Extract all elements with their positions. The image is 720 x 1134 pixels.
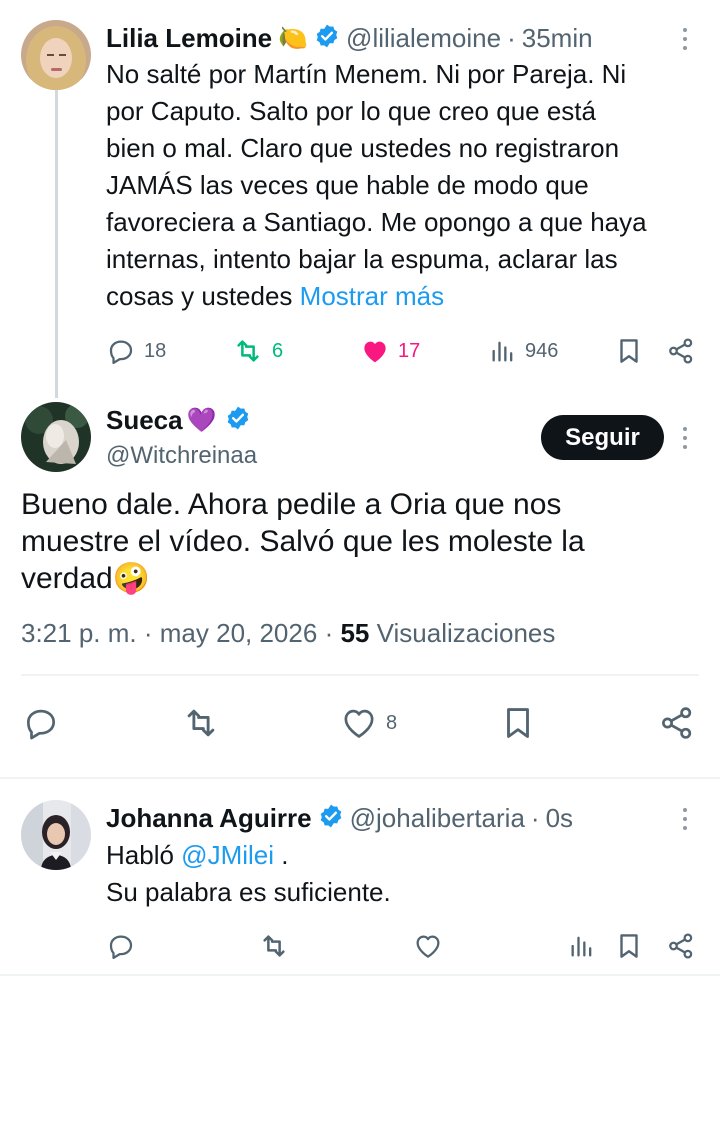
reply-button[interactable]: 18: [106, 336, 166, 366]
tweet1-header: Lilia Lemoine 🍋 @lilialemoine · 35min: [106, 20, 593, 56]
purple-heart-emoji: 💜: [186, 406, 217, 434]
author-handle[interactable]: @johalibertaria: [350, 803, 525, 834]
analytics-icon: [492, 341, 513, 362]
retweet-button[interactable]: [258, 931, 290, 966]
divider: [0, 974, 720, 976]
retweet-icon: [263, 935, 285, 957]
reply-button[interactable]: [22, 704, 60, 747]
divider: [0, 777, 720, 779]
text-line: por Caputo. Salto por lo que creo que es…: [106, 96, 596, 126]
reply-icon: [109, 340, 133, 364]
bookmark-icon[interactable]: [499, 704, 537, 747]
divider: [21, 674, 699, 676]
avatar-lilia[interactable]: [21, 20, 91, 90]
follow-button[interactable]: Seguir: [541, 415, 664, 460]
tweet2-text: Bueno dale. Ahora pedile a Oria que nos …: [21, 486, 701, 597]
more-options-icon[interactable]: [675, 427, 695, 449]
timestamp[interactable]: 35min: [522, 23, 593, 54]
author-name[interactable]: Sueca: [106, 405, 183, 436]
retweet-button[interactable]: 6: [232, 336, 283, 366]
like-button[interactable]: 17: [360, 336, 420, 366]
more-options-icon[interactable]: [675, 28, 695, 50]
text-line: cosas y ustedes Mostrar más: [106, 281, 445, 311]
text-line: Habló @JMilei .: [106, 840, 289, 870]
separator-dot: ·: [143, 618, 153, 648]
separator-dot: ·: [324, 618, 334, 648]
retweet-button[interactable]: [180, 704, 222, 747]
lemon-emoji: 🍋: [278, 24, 309, 52]
retweet-count: 6: [272, 339, 284, 362]
post-time[interactable]: 3:21 p. m.: [21, 618, 137, 648]
tweet3-header: Johanna Aguirre @johalibertaria · 0s: [106, 800, 573, 836]
share-icon[interactable]: [666, 336, 696, 371]
views-label[interactable]: Visualizaciones: [377, 618, 556, 648]
text-line: favoreciera a Santiago. Me opongo a que …: [106, 207, 647, 237]
separator-dot: ·: [530, 802, 540, 833]
tweet1-text: No salté por Martín Menem. Ni por Pareja…: [106, 56, 706, 315]
text-line: bien o mal. Claro que ustedes no registr…: [106, 133, 620, 163]
share-icon[interactable]: [658, 704, 696, 747]
heart-filled-icon: [364, 341, 386, 363]
reply-icon: [109, 935, 133, 959]
tweet3-text: Habló @JMilei . Su palabra es suficiente…: [106, 837, 706, 911]
separator-dot: ·: [507, 22, 516, 53]
avatar-johanna[interactable]: [21, 800, 91, 870]
like-button[interactable]: [413, 931, 443, 966]
views-count: 946: [525, 339, 559, 362]
like-button[interactable]: 8: [340, 704, 397, 742]
thread-line: [55, 90, 58, 398]
text-line: Su palabra es suficiente.: [106, 877, 391, 907]
share-icon[interactable]: [666, 931, 696, 966]
post-date[interactable]: may 20, 2026: [160, 618, 318, 648]
text-line: internas, intento bajar la espuma, aclar…: [106, 244, 618, 274]
retweet-icon: [187, 709, 215, 737]
tweet2-meta: 3:21 p. m. · may 20, 2026 · 55 Visualiza…: [21, 618, 555, 649]
text-line: No salté por Martín Menem. Ni por Pareja…: [106, 59, 627, 89]
reply-button[interactable]: [106, 931, 136, 966]
author-handle[interactable]: @Witchreinaa: [106, 442, 257, 470]
text-line: JAMÁS las veces que hable de modo que: [106, 170, 589, 200]
heart-icon: [416, 935, 440, 958]
analytics-icon[interactable]: [568, 931, 596, 966]
tweet2-name-row: Sueca 💜: [106, 402, 251, 438]
views-count: 55: [340, 618, 370, 648]
bookmark-icon[interactable]: [614, 336, 644, 371]
author-handle[interactable]: @lilialemoine: [346, 23, 501, 54]
show-more-link[interactable]: Mostrar más: [300, 281, 444, 311]
text-line: Bueno dale. Ahora pedile a Oria que nos: [21, 488, 562, 521]
text-line: muestre el vídeo. Salvó que les moleste …: [21, 525, 585, 558]
like-count: 17: [398, 339, 421, 362]
avatar-sueca[interactable]: [21, 402, 91, 472]
timestamp[interactable]: 0s: [546, 803, 573, 834]
reply-icon: [26, 709, 56, 740]
mention-link[interactable]: @JMilei: [181, 840, 274, 870]
views-button[interactable]: 946: [489, 336, 558, 366]
more-options-icon[interactable]: [675, 808, 695, 830]
retweet-icon: [237, 340, 259, 362]
bookmark-icon[interactable]: [614, 931, 644, 966]
reply-count: 18: [144, 339, 167, 362]
like-count: 8: [386, 711, 398, 734]
author-name[interactable]: Johanna Aguirre: [106, 803, 312, 834]
verified-badge-icon: [225, 405, 251, 436]
author-name[interactable]: Lilia Lemoine: [106, 23, 272, 54]
text-line: verdad🤪: [21, 562, 151, 595]
verified-badge-icon: [314, 23, 340, 54]
heart-icon: [344, 709, 374, 738]
verified-badge-icon: [318, 803, 344, 834]
